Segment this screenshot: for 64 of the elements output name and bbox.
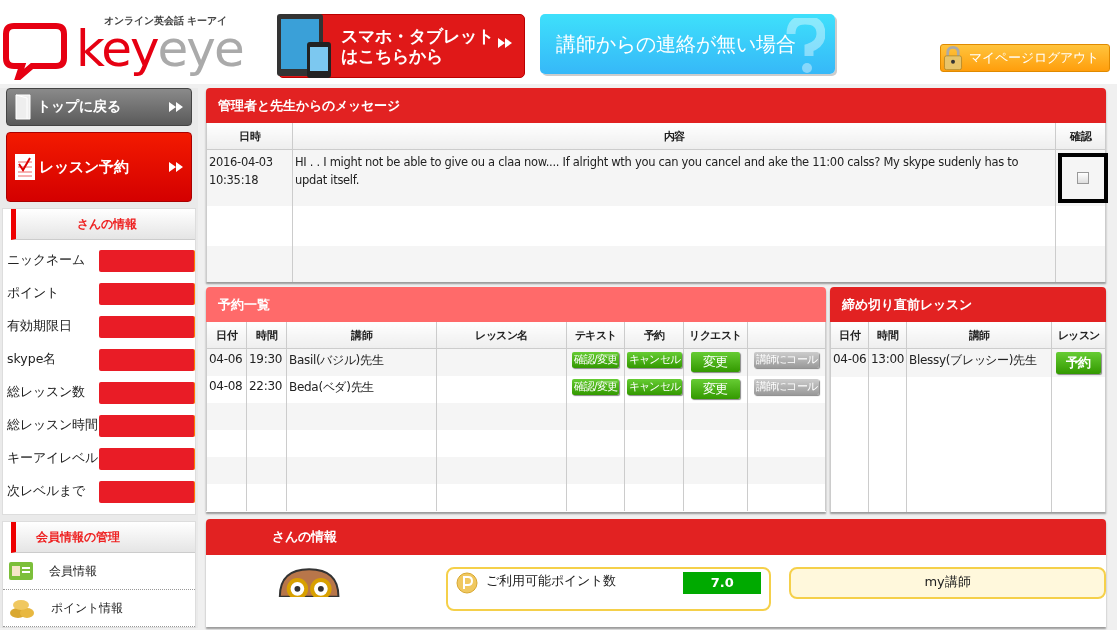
speech-bubble-icon [2,22,68,80]
info-label: ポイント [7,285,60,302]
banner-text: スマホ・タブレット はこちらから [341,26,494,66]
contact-banner[interactable]: 講師からの連絡が無い場合 [540,14,835,74]
column-header: 時間 [868,322,907,349]
padlock-icon [943,46,963,71]
column-header: 講師 [286,322,437,349]
id-card-icon [9,562,33,580]
table-cell: 04-06 [206,348,247,376]
panel-title: 予約一覧 [206,287,826,322]
panel-title: 管理者と先生からのメッセージ [206,88,1106,123]
table-cell: Blessy(ブレッシー)先生 [906,348,1052,377]
column-header: 時間 [246,322,287,349]
info-label: 次レベルまで [7,483,86,500]
change-button[interactable]: 変更 [691,379,740,399]
my-teacher-heading: my講師 [789,567,1106,599]
book-button[interactable]: 予約 [1056,352,1101,374]
panel-title: 締め切り直前レッスン [830,287,1106,322]
column-header: レッスン名 [436,322,567,349]
column-header: 講師 [906,322,1052,349]
checkbox[interactable] [1077,172,1089,184]
table-cell: 04-06 [830,348,869,377]
column-header: 日時 [206,123,293,150]
change-button[interactable]: 変更 [691,352,740,372]
back-to-top-button[interactable]: トップに戻る [6,88,192,126]
info-label: skype名 [7,351,58,368]
double-arrow-icon [498,38,512,48]
menu-item[interactable]: 会員情報 [3,553,195,590]
smartphone-banner[interactable]: スマホ・タブレット はこちらから [278,14,525,78]
points-value: 7.0 [683,572,762,594]
points-label: ご利用可能ポイント数 [486,572,617,590]
panel-title: さんの情報 [11,209,195,240]
info-label: 総レッスン時間 [7,417,99,434]
lesson-booking-button[interactable]: レッスン予約 [6,132,192,202]
info-label: 総レッスン数 [7,384,86,401]
logout-button[interactable]: マイページログアウト [940,44,1110,72]
coins-icon [9,597,35,619]
table-cell: 2016-04-03 10:35:18 [206,149,293,206]
checklist-icon [15,154,35,180]
double-arrow-icon [169,162,183,172]
panel-title: 会員情報の管理 [11,522,195,553]
info-label: ニックネーム [7,252,86,269]
confirm-change-button[interactable]: 確認/変更 [571,352,620,368]
column-header: 日付 [206,322,247,349]
cancel-button[interactable]: キャンセル [627,352,682,368]
column-header: テキスト [566,322,625,349]
confirm-change-button[interactable]: 確認/変更 [571,379,620,395]
column-header: 確認 [1055,123,1106,150]
coin-icon [456,572,479,594]
column-header: 予約 [624,322,684,349]
info-label: 有効期限日 [7,318,73,335]
double-arrow-icon [169,102,183,112]
column-header: レッスン [1051,322,1106,349]
column-header: 内容 [292,123,1056,150]
column-header: 日付 [830,322,869,349]
logo-tagline: オンライン英会話 キーアイ [104,14,228,28]
menu-item[interactable]: ポイント情報 [3,590,195,627]
panel-title: さんの情報 [206,519,1106,555]
message-text: HI . . I might not be able to give ou a claa now.... If alright wth you can you cancel and ake the 11:00 calss? My skype sudenly has to updat itself. [292,149,1056,206]
table-cell: Basil(バジル)先生 [286,348,437,376]
door-icon [15,94,31,120]
column-header: リクエスト [683,322,748,349]
info-label: キーアイレベル [7,450,99,467]
cancel-button[interactable]: キャンセル [627,379,682,395]
